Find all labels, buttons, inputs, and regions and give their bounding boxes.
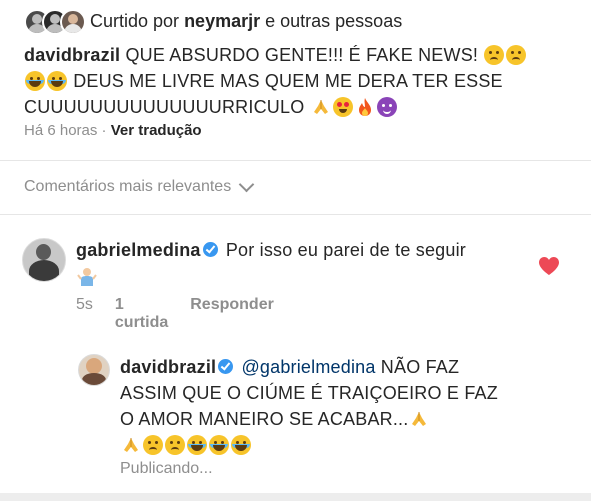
praying-hands-emoji-icon [121, 435, 141, 455]
reply-meta: Publicando... [120, 460, 213, 478]
comments-sort-dropdown[interactable]: Comentários mais relevantes [24, 176, 255, 196]
sad-face-emoji-icon [484, 45, 505, 65]
crying-face-emoji-icon [209, 435, 229, 455]
liker-avatars [24, 8, 86, 35]
shrugging-person-emoji-icon [77, 266, 97, 286]
sad-face-emoji-icon [165, 435, 185, 455]
crying-face-emoji-icon [187, 435, 207, 455]
sad-face-emoji-icon [506, 45, 527, 65]
verified-badge-icon [202, 242, 218, 257]
liked-by-user-link[interactable]: neymarjr [184, 11, 260, 31]
crying-face-emoji-icon [47, 71, 67, 91]
liked-by-prefix: Curtido por [90, 10, 180, 31]
praying-hands-emoji-icon [311, 97, 331, 117]
caption-text-part2: DEUS ME LIVRE MAS QUEM ME DERA TER ESSE … [24, 71, 503, 117]
liked-by-row[interactable]: Curtido por neymarjr e outras pessoas [24, 8, 402, 35]
meta-separator: · [101, 122, 107, 139]
comment-time: 5s [76, 296, 93, 313]
crying-face-emoji-icon [231, 435, 251, 455]
comments-sort-label: Comentários mais relevantes [24, 178, 232, 195]
liker-avatar [60, 9, 86, 35]
bottom-bar [0, 493, 591, 501]
post-time: Há 6 horas [24, 122, 98, 139]
fire-emoji-icon [355, 97, 375, 117]
reply-text-block: davidbrazil @gabrielmedina NÃO FAZ ASSIM… [120, 354, 500, 458]
caption-text-part1: QUE ABSURDO GENTE!!! É FAKE NEWS! [125, 45, 479, 65]
crying-face-emoji-icon [25, 71, 45, 91]
comment-username[interactable]: gabrielmedina [76, 240, 201, 260]
divider [0, 160, 591, 161]
praying-hands-emoji-icon [409, 409, 429, 429]
avatar[interactable] [78, 354, 110, 386]
caption-username[interactable]: davidbrazil [24, 45, 120, 65]
verified-badge-icon [218, 359, 234, 374]
smiling-devil-emoji-icon [376, 97, 397, 117]
avatar[interactable] [22, 238, 66, 282]
comment-text: Por isso eu parei de te seguir [225, 240, 466, 260]
comment-likes-count[interactable]: 1 curtida [115, 296, 168, 332]
liked-by-text: Curtido por neymarjr e outras pessoas [90, 11, 402, 32]
reply-button[interactable]: Responder [190, 296, 274, 332]
comment-meta: 5s 1 curtida Responder [76, 296, 274, 332]
mention-link[interactable]: @gabrielmedina [241, 357, 375, 377]
sad-face-emoji-icon [143, 435, 163, 455]
chevron-down-icon [238, 176, 255, 193]
heart-icon[interactable] [538, 256, 560, 276]
heart-eyes-emoji-icon [332, 97, 353, 117]
posting-status: Publicando... [120, 460, 213, 477]
divider [0, 214, 591, 215]
comment-text-block: gabrielmedina Por isso eu parei de te se… [76, 237, 526, 289]
reply-username[interactable]: davidbrazil [120, 357, 216, 377]
see-translation-link[interactable]: Ver tradução [111, 122, 202, 139]
liked-by-others-link[interactable]: e outras pessoas [265, 11, 402, 31]
post-caption: davidbrazil QUE ABSURDO GENTE!!! É FAKE … [24, 42, 572, 120]
caption-meta: Há 6 horas · Ver tradução [24, 122, 202, 139]
